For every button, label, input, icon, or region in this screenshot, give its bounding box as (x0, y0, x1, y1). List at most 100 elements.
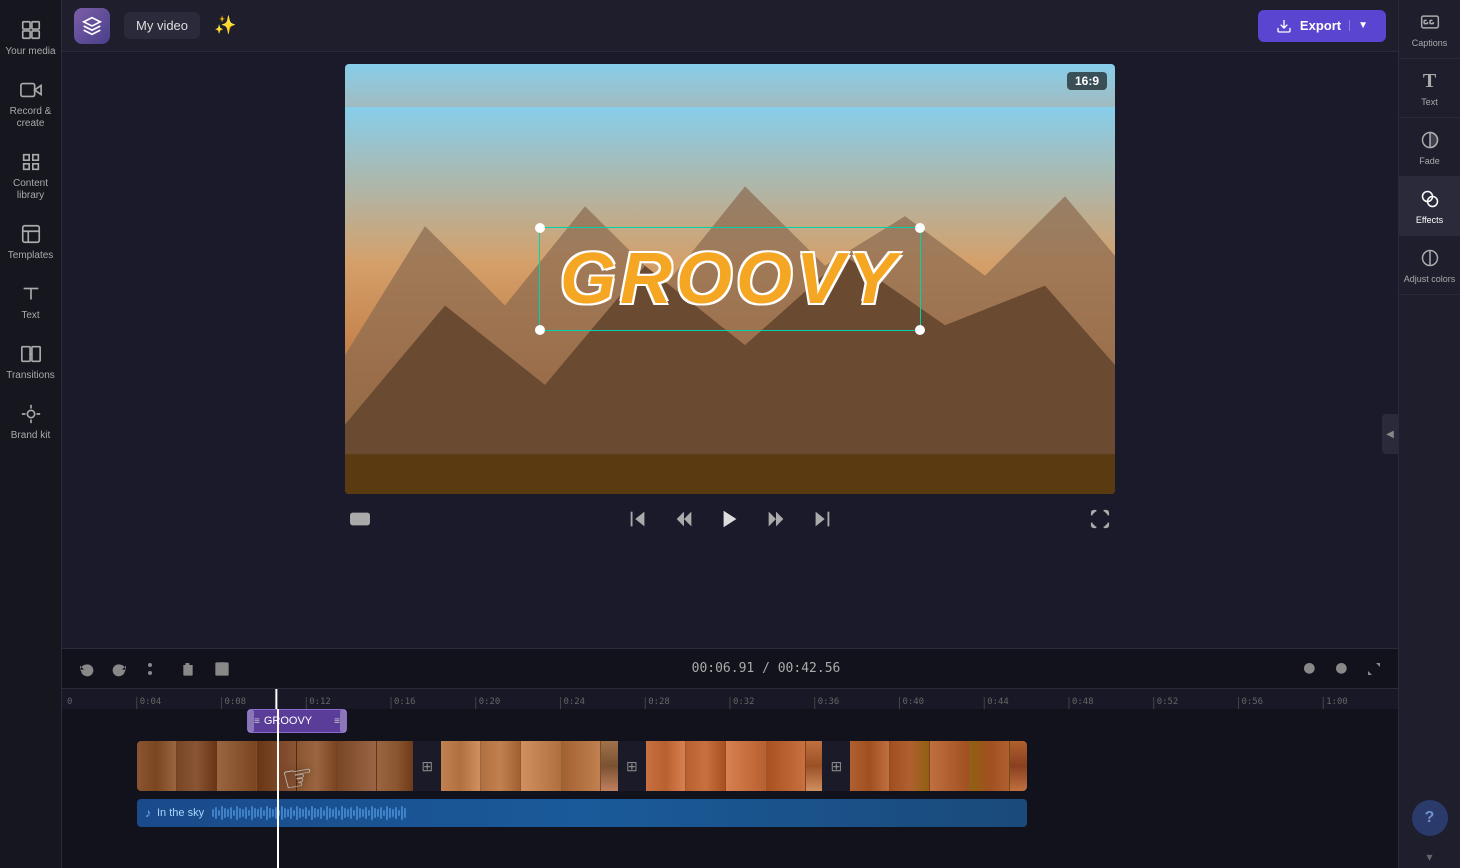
sidebar-label-record-create: Record & create (4, 106, 57, 130)
video-segment-1[interactable] (137, 741, 413, 791)
audio-waveform (212, 805, 1019, 821)
resize-handle-bl[interactable] (535, 325, 545, 335)
svg-text:0:56: 0:56 (1241, 697, 1263, 707)
svg-text:0: 0 (67, 697, 72, 707)
svg-text:0:04: 0:04 (140, 697, 162, 707)
magic-button[interactable]: ✨ (210, 11, 240, 40)
camera-icon (19, 78, 43, 102)
clip-handle-left[interactable] (248, 710, 254, 732)
redo-button[interactable] (106, 657, 134, 681)
right-panel-text[interactable]: T Text (1399, 59, 1460, 118)
svg-text:0:36: 0:36 (818, 697, 840, 707)
segment-divider-1[interactable]: ⊞ (413, 741, 441, 791)
video-title-text: My video (136, 18, 188, 33)
timeline-area: 00:06.91 / 00:42.56 0 (62, 648, 1398, 868)
chevron-down-button[interactable]: ▾ (1399, 846, 1460, 868)
app-logo (74, 8, 110, 44)
sidebar-item-text[interactable]: Text (0, 272, 61, 332)
segment-divider-2[interactable]: ⊞ (618, 741, 646, 791)
right-panel: Captions T Text Fade Effects Adjust colo… (1398, 0, 1460, 868)
right-panel-effects[interactable]: Effects (1399, 177, 1460, 236)
text-panel-label: Text (1421, 97, 1438, 107)
sidebar-item-your-media[interactable]: Your media (0, 8, 61, 68)
sidebar-item-templates[interactable]: Templates (0, 212, 61, 272)
fade-icon (1418, 128, 1442, 152)
save-button[interactable] (208, 657, 236, 681)
export-label: Export (1300, 18, 1341, 33)
media-icon (19, 18, 43, 42)
play-button[interactable] (715, 504, 745, 534)
sidebar-label-brand-kit: Brand kit (11, 430, 50, 442)
text-icon-left (19, 282, 43, 306)
video-segment-3[interactable] (646, 741, 823, 791)
export-chevron-icon: ▼ (1349, 20, 1368, 31)
sidebar-item-content-library[interactable]: Content library (0, 140, 61, 212)
export-button[interactable]: Export ▼ (1258, 10, 1386, 42)
video-title-button[interactable]: My video (124, 12, 200, 39)
content-area: 16:9 GROOVY (62, 52, 1398, 648)
zoom-out-button[interactable] (1296, 657, 1324, 681)
resize-handle-tl[interactable] (535, 223, 545, 233)
rewind-button[interactable] (669, 504, 699, 534)
timeline-ruler[interactable]: 0 0:04 0:08 0:12 0:16 0:20 0:24 0:28 0:3… (62, 689, 1398, 709)
text-clip-groovy[interactable]: ≡ GROOVY ≡ (247, 709, 347, 733)
svg-text:0:24: 0:24 (563, 697, 585, 707)
scissors-icon-1: ⊞ (421, 758, 433, 775)
sidebar-label-your-media: Your media (5, 46, 55, 58)
segment-divider-3[interactable]: ⊞ (822, 741, 850, 791)
collapse-panel-button[interactable]: ◀ (1382, 414, 1398, 454)
svg-text:0:40: 0:40 (902, 697, 924, 707)
fullscreen-button[interactable] (1085, 504, 1115, 534)
undo-button[interactable] (72, 657, 100, 681)
clip-handle-right[interactable] (340, 710, 346, 732)
main-area: My video ✨ Export ▼ (62, 0, 1398, 868)
thumb-stripes-4 (850, 741, 1027, 791)
right-panel-adjust-colors[interactable]: Adjust colors (1399, 236, 1460, 295)
timeline-toolbar: 00:06.91 / 00:42.56 (62, 649, 1398, 689)
right-panel-captions[interactable]: Captions (1399, 0, 1460, 59)
text-clip-label: GROOVY (264, 715, 330, 727)
zoom-in-button[interactable] (1328, 657, 1356, 681)
video-canvas[interactable]: 16:9 GROOVY (345, 64, 1115, 494)
svg-text:0:32: 0:32 (733, 697, 755, 707)
svg-text:0:48: 0:48 (1072, 697, 1094, 707)
skip-to-end-button[interactable] (807, 504, 837, 534)
audio-track[interactable]: ♪ In the sky (137, 799, 1027, 827)
svg-text:0:28: 0:28 (648, 697, 670, 707)
sidebar-item-transitions[interactable]: Transitions (0, 332, 61, 392)
brand-icon (19, 402, 43, 426)
effects-label: Effects (1416, 215, 1443, 225)
resize-handle-tr[interactable] (915, 223, 925, 233)
thumb-stripes-1 (137, 741, 413, 791)
scissors-icon-2: ⊞ (626, 758, 638, 775)
video-segment-2[interactable] (441, 741, 618, 791)
adjust-colors-icon (1418, 246, 1442, 270)
cut-button[interactable] (140, 657, 168, 681)
fit-timeline-button[interactable] (1360, 657, 1388, 681)
sidebar-label-templates: Templates (8, 250, 54, 262)
help-button[interactable]: ? (1412, 800, 1448, 836)
text-overlay-box[interactable]: GROOVY (539, 227, 921, 331)
music-icon: ♪ (145, 806, 151, 820)
sidebar-label-transitions: Transitions (6, 370, 55, 382)
video-track: ⊞ ⊞ (137, 741, 1027, 791)
sidebar-item-brand-kit[interactable]: Brand kit (0, 392, 61, 452)
skip-to-start-button[interactable] (623, 504, 653, 534)
sidebar-label-content-library: Content library (4, 178, 57, 202)
left-sidebar: Your media Record & create Content libra… (0, 0, 62, 868)
right-panel-fade[interactable]: Fade (1399, 118, 1460, 177)
delete-button[interactable] (174, 657, 202, 681)
cc-icon (1418, 10, 1442, 34)
timeline-tracks: ≡ GROOVY ≡ (62, 709, 1398, 868)
fast-forward-button[interactable] (761, 504, 791, 534)
video-segment-4[interactable] (850, 741, 1027, 791)
ruler-svg: 0 0:04 0:08 0:12 0:16 0:20 0:24 0:28 0:3… (62, 689, 1398, 709)
template-icon (19, 222, 43, 246)
resize-handle-br[interactable] (915, 325, 925, 335)
thumb-stripes-3 (646, 741, 823, 791)
sidebar-item-record-create[interactable]: Record & create (0, 68, 61, 140)
captions-toggle-button[interactable] (345, 504, 375, 534)
text-panel-icon: T (1418, 69, 1442, 93)
zoom-controls (1296, 657, 1388, 681)
svg-text:0:20: 0:20 (479, 697, 501, 707)
